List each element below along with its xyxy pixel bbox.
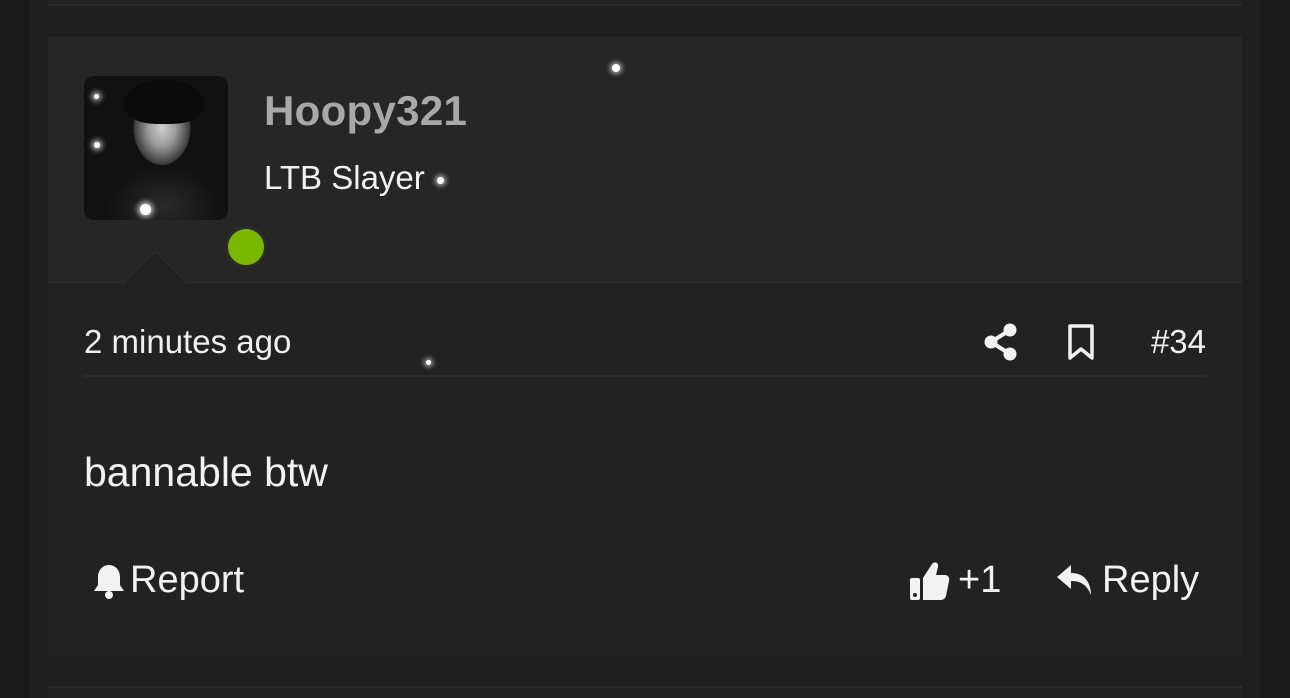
bookmark-icon[interactable] bbox=[1067, 323, 1095, 361]
next-post-edge bbox=[48, 686, 1242, 698]
post-body: bannable btw bbox=[84, 449, 328, 495]
post-number[interactable]: #34 bbox=[1151, 323, 1206, 361]
forum-post: Hoopy321 LTB Slayer 2 minutes ago #34 ba… bbox=[48, 37, 1242, 657]
username[interactable]: Hoopy321 bbox=[264, 87, 467, 135]
online-status-indicator bbox=[220, 221, 272, 273]
avatar-sparkle bbox=[94, 142, 100, 148]
report-button[interactable]: Report bbox=[92, 559, 244, 602]
post-author-header: Hoopy321 LTB Slayer bbox=[48, 39, 1242, 283]
reply-label: Reply bbox=[1102, 559, 1200, 601]
avatar[interactable] bbox=[84, 76, 228, 220]
avatar-hair bbox=[124, 80, 204, 124]
post-timestamp[interactable]: 2 minutes ago bbox=[84, 323, 291, 361]
post-meta-row: 2 minutes ago #34 bbox=[84, 311, 1206, 377]
snowflake bbox=[612, 64, 620, 72]
avatar-sparkle bbox=[94, 94, 99, 99]
page: Hoopy321 LTB Slayer 2 minutes ago #34 ba… bbox=[0, 0, 1290, 698]
snowflake bbox=[426, 360, 431, 365]
post-actions: Report +1 Reply bbox=[84, 559, 1206, 615]
header-pointer bbox=[122, 250, 188, 284]
like-count: +1 bbox=[958, 559, 1002, 601]
previous-post-edge bbox=[48, 0, 1242, 6]
user-title: LTB Slayer bbox=[264, 159, 425, 196]
thumbs-up-icon bbox=[910, 561, 950, 600]
reply-arrow-icon bbox=[1057, 564, 1091, 595]
snowflake bbox=[437, 177, 444, 184]
like-button[interactable]: +1 bbox=[908, 559, 1001, 602]
avatar-sparkle bbox=[140, 204, 151, 215]
reply-button[interactable]: Reply bbox=[1056, 559, 1199, 602]
bell-icon bbox=[94, 564, 124, 599]
report-label: Report bbox=[130, 559, 245, 601]
online-dot bbox=[225, 226, 267, 268]
share-icon[interactable] bbox=[984, 323, 1018, 361]
